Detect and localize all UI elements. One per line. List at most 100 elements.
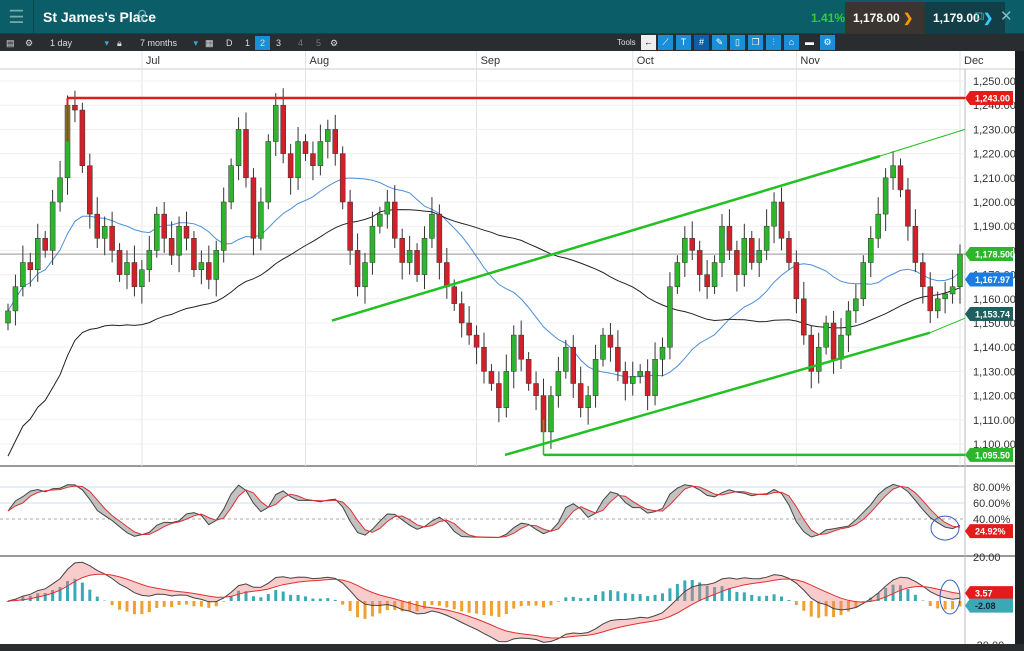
draw-icon[interactable]: ✎ [712,35,727,50]
candle-body [585,395,591,408]
candle-body [533,383,539,396]
sell-price-button[interactable]: 1,178.00 ❯ [845,2,925,34]
price-tick-label: 1,250.00 [973,76,1015,88]
candle-body [161,213,167,239]
back-icon[interactable]: ← [641,35,656,50]
text-icon[interactable]: T [676,35,691,50]
list-icon[interactable]: ▤ [6,36,15,50]
menu-icon[interactable]: ☰ [0,0,34,34]
candle-body [57,177,63,203]
macd-histogram-bar [192,601,196,607]
macd-histogram-bar [259,597,263,601]
calendar-icon[interactable]: ▦ [205,36,214,50]
macd-histogram-bar [727,588,731,601]
lock-icon[interactable]: 🔒︎ [117,36,122,50]
macd-histogram-bar [318,598,322,601]
candle-body [793,262,800,300]
price-tick-label: 1,130.00 [973,366,1015,378]
settings-tool-icon[interactable]: ⚙ [820,35,835,50]
layout-5-button[interactable]: 5 [316,36,321,50]
candle-body [555,371,562,396]
candle-body [689,238,695,251]
grid-icon[interactable]: # [694,35,709,50]
candle-body [592,359,599,396]
macd-histogram-bar [504,601,508,614]
macd-histogram-bar [88,589,92,601]
interval-select[interactable]: 1 day ▾ [50,36,110,50]
macd-histogram-bar [222,601,226,602]
candle-body [451,286,457,304]
layout-settings-icon[interactable]: ⚙ [330,36,338,50]
candle-body [139,269,145,287]
macd-histogram-bar [542,601,545,608]
layout-3-button[interactable]: 3 [276,36,281,50]
macd-histogram-bar [467,601,471,613]
chart-toolbar: ▤ ⚙ 1 day ▾ 🔒︎ 7 months ▾ ▦ D 1 2 3 4 5 … [0,34,1024,51]
search-icon[interactable]: ⚲ [137,7,147,24]
range-value: 7 months [140,38,178,48]
price-chart[interactable]: Jul Aug Sep Oct Nov Dec 1,250.00 1,240.00 1,230.… [0,51,1016,651]
interval-value: 1 day [50,38,73,48]
layout-2-button[interactable]: 2 [255,36,270,50]
macd-histogram-bar [475,601,479,614]
macd-histogram-bar [445,601,449,608]
candle-body [823,322,829,348]
candle-body [332,129,338,154]
macd-histogram-bar [594,594,598,601]
right-scrollbar[interactable] [1015,51,1024,644]
print-icon[interactable]: ▬ [802,35,817,50]
candle-body [49,201,56,251]
tag-icon[interactable]: ⌂ [784,35,799,50]
price-tick-label: 1,160.00 [973,294,1015,306]
candle-body [42,238,48,251]
range-select[interactable]: 7 months ▾ [140,36,200,50]
candle-body [220,201,227,251]
month-label: Oct [637,55,654,67]
candle-body [563,346,569,372]
windows-icon[interactable]: ❐ [748,35,763,50]
close-icon[interactable]: ✕ [1000,7,1013,25]
macd-histogram-bar [794,601,798,606]
macd-histogram-bar [460,601,464,612]
candle-body [317,141,324,166]
settings-icon[interactable]: ⚙ [25,36,33,50]
macd-histogram-bar [571,596,575,601]
month-label: Nov [800,55,820,67]
macd-histogram-bar [140,601,144,615]
candle-icon[interactable]: ▯ [730,35,745,50]
candle-body [778,201,785,239]
macd-histogram-bar [534,601,538,606]
macd-histogram-bar [80,582,84,601]
candle-body [399,238,405,263]
candle-body [206,262,212,280]
macd-histogram-bar [185,601,188,605]
candle-body [429,213,435,239]
candle-body [815,346,822,372]
candle-body [176,225,182,256]
buy-price-button[interactable]: 1,179.00 ❯ [925,2,1005,34]
macd-histogram-bar [586,597,590,601]
candle-body [496,383,502,408]
macd-histogram-bar [742,592,746,601]
macd-histogram-bar [661,593,664,601]
macd-histogram-bar [333,599,337,601]
macd-histogram-bar [750,594,754,601]
layout-d-button[interactable]: D [226,36,233,50]
candle-body [957,253,963,287]
macd-histogram-bar [251,596,255,601]
macd-histogram-bar [936,601,940,609]
trendline-icon[interactable]: ⟋ [658,35,673,50]
candle-body [711,262,718,287]
candle-body [771,201,777,227]
macd-histogram-bar [527,601,531,606]
layout-1-button[interactable]: 1 [245,36,250,50]
candle-body [243,129,249,179]
popout-icon[interactable]: ⧉ [975,8,984,24]
layout-4-button[interactable]: 4 [298,36,303,50]
candle-body [473,334,480,348]
macd-histogram-bar [326,598,330,601]
indicators-icon[interactable]: ⫶ [766,35,781,50]
candle-body [630,375,636,384]
candle-body [912,225,919,263]
candle-body [644,371,651,396]
